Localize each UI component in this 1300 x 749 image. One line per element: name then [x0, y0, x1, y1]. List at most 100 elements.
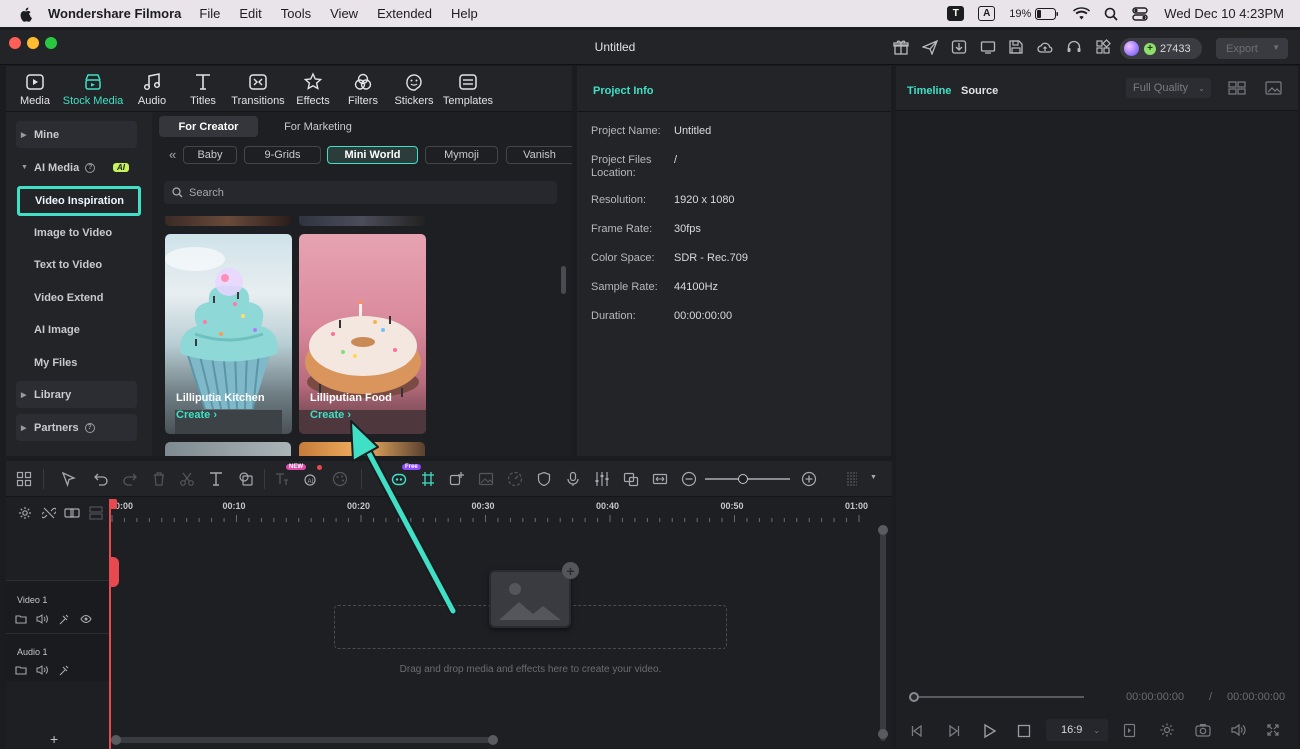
sidebar-item-image-to-video[interactable]: Image to Video	[16, 219, 137, 246]
speaker-icon[interactable]	[36, 613, 48, 625]
add-track-icon[interactable]: +	[50, 731, 58, 747]
unlink-icon[interactable]	[42, 506, 56, 520]
tab-titles[interactable]: Titles	[175, 72, 231, 107]
tab-effects[interactable]: Effects	[285, 72, 341, 107]
export-button[interactable]: Export ▼	[1216, 38, 1288, 59]
content-scrollbar[interactable]	[561, 266, 566, 294]
menubar-clock[interactable]: Wed Dec 10 4:23PM	[1164, 6, 1284, 21]
tab-filters[interactable]: Filters	[335, 72, 391, 107]
menu-view[interactable]: View	[330, 6, 358, 21]
timeline-horizontal-scrollbar[interactable]	[113, 737, 496, 743]
link-clips-icon[interactable]	[64, 506, 80, 520]
select-tool-icon[interactable]	[61, 471, 77, 487]
sidebar-item-mine[interactable]: ▶ Mine	[16, 121, 137, 148]
headset-support-icon[interactable]	[1066, 39, 1082, 55]
stop-icon[interactable]	[1017, 724, 1031, 738]
speaker-icon[interactable]	[36, 664, 48, 676]
aspect-ratio-select[interactable]: 16:9 ⌄	[1046, 719, 1108, 741]
apple-icon[interactable]	[18, 6, 34, 22]
sidebar-item-video-inspiration[interactable]: Video Inspiration	[17, 186, 141, 216]
tab-audio[interactable]: Audio	[124, 72, 180, 107]
template-card-lilliputia-kitchen[interactable]: Lilliputia Kitchen Create ›	[165, 234, 292, 434]
undo-icon[interactable]	[93, 471, 109, 487]
search-input[interactable]: Search	[164, 181, 557, 204]
tab-timeline[interactable]: Timeline	[907, 85, 951, 97]
text-tool-icon[interactable]	[208, 471, 224, 487]
wifi-icon[interactable]	[1073, 7, 1091, 20]
video-thumbnail-partial[interactable]	[299, 442, 425, 456]
image-snapshot-icon[interactable]	[1265, 81, 1282, 95]
speed-icon[interactable]	[507, 471, 523, 487]
ai-tools-icon[interactable]: AI	[303, 471, 319, 487]
menu-file[interactable]: File	[199, 6, 220, 21]
create-link[interactable]: Create ›	[176, 409, 217, 421]
cut-scissors-icon[interactable]	[179, 471, 195, 487]
vertical-scroll-handle-bottom[interactable]	[878, 729, 888, 739]
zoom-in-icon[interactable]	[801, 471, 817, 487]
menu-tools[interactable]: Tools	[281, 6, 311, 21]
sidebar-item-partners[interactable]: ▶ Partners ?	[16, 414, 137, 441]
horizontal-scroll-handle-left[interactable]	[111, 735, 121, 745]
microphone-icon[interactable]	[565, 471, 581, 487]
preview-scrubber-track[interactable]	[914, 696, 1084, 698]
help-icon[interactable]: ?	[85, 162, 96, 173]
tab-for-marketing[interactable]: For Marketing	[268, 116, 368, 137]
sidebar-item-text-to-video[interactable]: Text to Video	[16, 251, 137, 278]
folder-icon[interactable]	[15, 664, 27, 676]
vertical-scroll-handle-top[interactable]	[878, 525, 888, 535]
layout-icon[interactable]	[16, 471, 32, 487]
tab-templates[interactable]: Templates	[439, 72, 497, 107]
replace-clip-icon[interactable]	[623, 471, 639, 487]
sidebar-item-my-files[interactable]: My Files	[16, 349, 137, 376]
input-source-icon[interactable]: A	[978, 6, 996, 21]
category-9-grids[interactable]: 9-Grids	[244, 146, 321, 164]
video-thumbnail-partial[interactable]	[165, 216, 291, 226]
video-thumbnail-partial[interactable]	[165, 442, 291, 456]
magnetic-snap-icon[interactable]	[420, 471, 436, 487]
quality-select[interactable]: Full Quality ⌄	[1126, 78, 1211, 98]
template-card-lilliputian-food[interactable]: Lilliputian Food Create ›	[299, 234, 426, 434]
sidebar-item-ai-media[interactable]: ▼ AI Media ? AI	[16, 154, 137, 181]
menu-help[interactable]: Help	[451, 6, 478, 21]
color-palette-icon[interactable]	[332, 471, 348, 487]
sidebar-item-library[interactable]: ▶ Library	[16, 381, 137, 408]
more-options-icon[interactable]	[844, 471, 860, 487]
playhead-grip[interactable]	[110, 557, 119, 587]
lock-icon[interactable]	[58, 613, 70, 625]
folder-icon[interactable]	[15, 613, 27, 625]
save-icon[interactable]	[1008, 39, 1024, 55]
fullscreen-icon[interactable]	[1266, 723, 1280, 737]
category-mini-world[interactable]: Mini World	[327, 146, 418, 164]
render-preview-icon[interactable]	[1123, 723, 1136, 738]
eye-icon[interactable]	[80, 613, 92, 625]
spotlight-search-icon[interactable]	[1104, 7, 1118, 21]
send-icon[interactable]	[922, 39, 938, 55]
tab-media[interactable]: Media	[7, 72, 63, 107]
category-mymoji[interactable]: Mymoji	[425, 146, 498, 164]
sidebar-item-video-extend[interactable]: Video Extend	[16, 284, 137, 311]
grid-view-icon[interactable]	[1228, 81, 1246, 95]
gift-icon[interactable]	[893, 39, 909, 55]
timeline-vertical-scrollbar[interactable]	[880, 528, 886, 741]
settings-gear-icon[interactable]	[1159, 722, 1175, 738]
category-vanish[interactable]: Vanish	[506, 146, 572, 164]
scene-detect-icon[interactable]	[449, 471, 465, 487]
next-frame-icon[interactable]	[947, 724, 961, 738]
monitor-icon[interactable]	[980, 39, 996, 55]
camera-snapshot-icon[interactable]	[1195, 723, 1211, 737]
battery-icon[interactable]	[1035, 7, 1059, 20]
tab-transitions[interactable]: Transitions	[230, 72, 286, 107]
previous-frame-icon[interactable]	[910, 724, 924, 738]
tab-for-creator[interactable]: For Creator	[159, 116, 258, 137]
menu-extended[interactable]: Extended	[377, 6, 432, 21]
delete-icon[interactable]	[151, 471, 167, 487]
create-link[interactable]: Create ›	[310, 409, 351, 421]
app-menu-name[interactable]: Wondershare Filmora	[48, 6, 181, 21]
cloud-upload-icon[interactable]	[1037, 39, 1053, 55]
media-download-icon[interactable]	[951, 39, 967, 55]
tab-source[interactable]: Source	[961, 85, 998, 97]
caret-down-icon[interactable]: ▼	[870, 474, 877, 481]
track-manager-icon[interactable]	[89, 506, 103, 520]
track-settings-gear-icon[interactable]	[18, 506, 32, 520]
zoom-out-icon[interactable]	[681, 471, 697, 487]
